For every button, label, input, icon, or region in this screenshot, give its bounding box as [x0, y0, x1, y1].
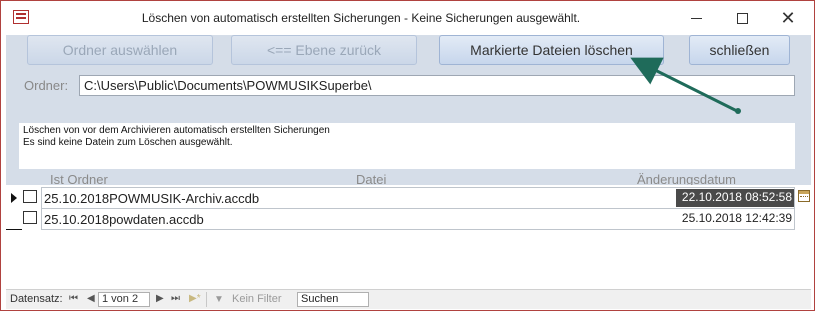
info-line-1: Löschen von vor dem Archivieren automati…: [23, 125, 330, 136]
is-folder-checkbox[interactable]: [23, 211, 37, 224]
first-record-icon[interactable]: ⏮: [69, 293, 78, 304]
table-row[interactable]: 25.10.2018powdaten.accdb 25.10.2018 12:4…: [41, 208, 795, 230]
last-record-icon[interactable]: ⏭: [171, 293, 180, 304]
close-window-button[interactable]: ✕: [765, 1, 811, 35]
level-up-button[interactable]: <== Ebene zurück: [231, 35, 417, 65]
modified-date-cell[interactable]: 25.10.2018 12:42:39: [680, 210, 794, 228]
file-name-cell[interactable]: 25.10.2018powdaten.accdb: [44, 212, 204, 227]
date-picker-icon[interactable]: [798, 190, 810, 202]
table-row[interactable]: 25.10.2018POWMUSIK-Archiv.accdb 22.10.20…: [41, 187, 795, 209]
navbar-divider: [206, 292, 207, 307]
next-record-icon[interactable]: ▶: [156, 293, 164, 304]
info-box: Löschen von vor dem Archivieren automati…: [19, 123, 795, 169]
file-name-cell[interactable]: 25.10.2018POWMUSIK-Archiv.accdb: [44, 191, 259, 206]
info-line-2: Es sind keine Datein zum Löschen ausgewä…: [23, 137, 233, 148]
select-folder-button[interactable]: Ordner auswählen: [27, 35, 213, 65]
maximize-button[interactable]: [719, 1, 765, 35]
record-selector[interactable]: [6, 187, 22, 209]
record-selector[interactable]: [6, 208, 22, 230]
record-navigation-bar: Datensatz: ⏮ ◀ 1 von 2 ▶ ⏭ ▶* ▼ Kein Fil…: [6, 289, 811, 309]
maximize-icon: [736, 12, 748, 24]
window-title: Löschen von automatisch erstellten Siche…: [141, 11, 581, 25]
search-input[interactable]: Suchen: [297, 292, 369, 307]
record-selector-divider: [6, 229, 22, 230]
delete-marked-files-button[interactable]: Markierte Dateien löschen: [439, 35, 664, 65]
is-folder-checkbox[interactable]: [23, 190, 37, 203]
current-record-arrow-icon: [11, 193, 17, 203]
filter-icon: ▼: [214, 294, 224, 305]
modified-date-cell[interactable]: 22.10.2018 08:52:58: [676, 189, 794, 207]
folder-path-field[interactable]: C:\Users\Public\Documents\POWMUSIKSuperb…: [79, 75, 795, 96]
close-icon: ✕: [780, 7, 796, 28]
new-record-icon: ▶*: [189, 293, 201, 304]
folder-label: Ordner:: [24, 78, 69, 93]
filter-status[interactable]: Kein Filter: [232, 293, 282, 305]
minimize-button[interactable]: [673, 1, 719, 35]
close-form-button[interactable]: schließen: [689, 35, 790, 65]
minimize-icon: [690, 17, 702, 19]
record-label: Datensatz:: [10, 293, 63, 305]
record-position-field[interactable]: 1 von 2: [98, 292, 150, 307]
access-form-window: Löschen von automatisch erstellten Siche…: [0, 0, 815, 311]
form-body: Ordner auswählen <== Ebene zurück Markie…: [6, 35, 811, 287]
title-bar: Löschen von automatisch erstellten Siche…: [1, 1, 814, 35]
previous-record-icon[interactable]: ◀: [87, 293, 95, 304]
